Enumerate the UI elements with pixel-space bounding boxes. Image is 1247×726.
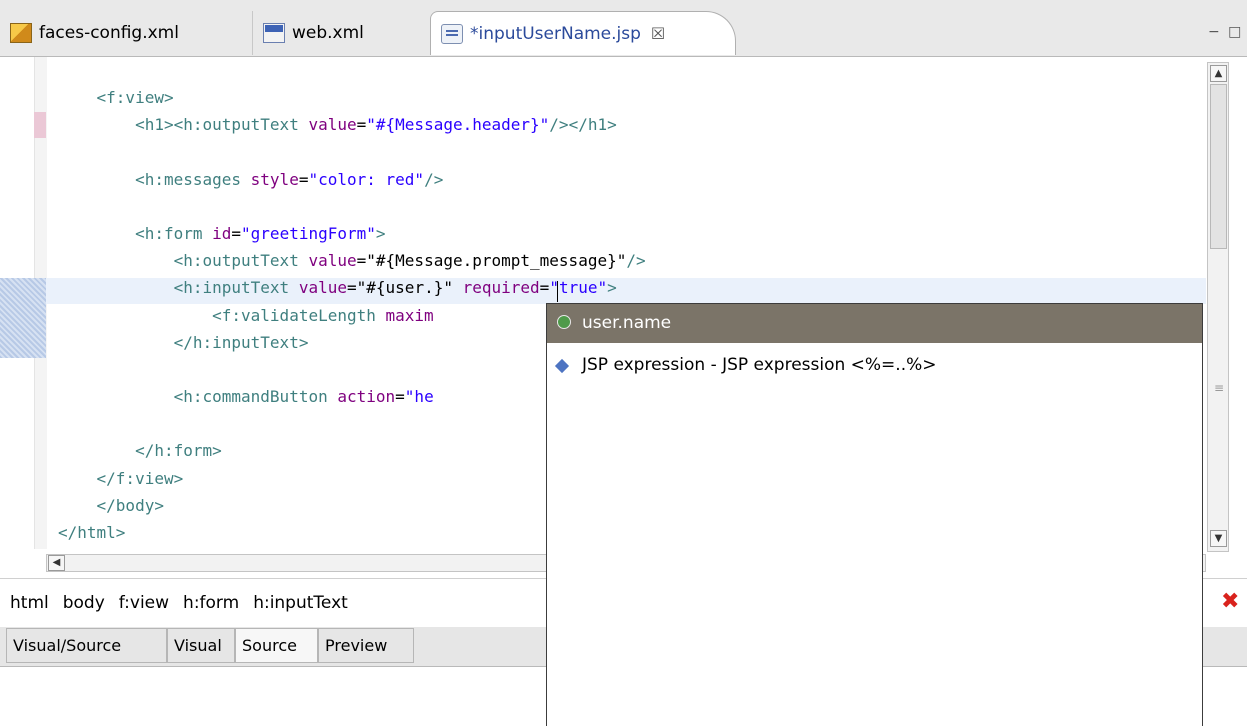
tab-faces-config[interactable]: faces-config.xml [0, 11, 252, 55]
code-token: > [607, 278, 617, 298]
jsp-expression-icon [554, 358, 570, 374]
code-token: </h:inputText> [58, 332, 309, 352]
error-close-icon[interactable]: ✖ [1221, 589, 1239, 614]
scroll-grip-icon: ≡ [1214, 381, 1225, 395]
code-token: /></h1> [549, 115, 617, 135]
text-caret [557, 281, 558, 302]
code-token: value [308, 251, 357, 271]
code-token: </f:view> [58, 468, 184, 488]
code-token: maxim [385, 305, 434, 325]
code-token: = [356, 251, 367, 271]
code-token: "#{user.}" [356, 278, 453, 298]
code-line[interactable]: <h:outputText value="#{Message.prompt_me… [58, 247, 646, 274]
content-assist-label: user.name [582, 313, 672, 333]
code-token: <f:view> [58, 88, 174, 107]
jsp-file-icon [441, 23, 463, 44]
code-token: "greetingForm" [241, 223, 376, 243]
code-token: id [212, 223, 232, 243]
code-token: <h:inputText [58, 278, 299, 298]
breadcrumb-item-h-inputtext[interactable]: h:inputText [253, 593, 348, 613]
tab-web-xml[interactable]: web.xml [252, 11, 430, 55]
code-token: = [356, 115, 367, 135]
code-token: </h:form> [58, 441, 222, 461]
code-token: <h:commandButton [58, 387, 338, 407]
code-token: = [347, 278, 357, 298]
change-marker [34, 112, 46, 138]
code-line[interactable] [58, 138, 646, 165]
breadcrumb-item-h-form[interactable]: h:form [183, 593, 239, 613]
code-token: = [231, 223, 242, 243]
tab-label: web.xml [292, 23, 364, 43]
scroll-left-button[interactable]: ◀ [48, 555, 65, 571]
code-token: "color: red" [308, 169, 425, 189]
code-token: </html> [58, 523, 126, 542]
content-assist-label: JSP expression - JSP expression <%=..%> [582, 355, 937, 375]
code-token: = [539, 278, 550, 298]
content-assist-item-selected[interactable]: user.name [547, 304, 1202, 343]
vertical-scroll-thumb[interactable] [1210, 84, 1227, 249]
scroll-up-button[interactable]: ▲ [1210, 65, 1227, 82]
code-token: <h:outputText [58, 251, 309, 271]
code-token: required [462, 278, 540, 298]
tab-source[interactable]: Source [235, 628, 318, 663]
code-line[interactable]: <h1><h:outputText value="#{Message.heade… [58, 111, 646, 138]
property-icon [557, 315, 571, 329]
code-token: style [250, 169, 299, 189]
code-token: > [375, 223, 386, 243]
code-token: <h:form [58, 223, 213, 243]
code-token: value [298, 278, 347, 298]
code-token: "he [404, 387, 434, 407]
code-token: = [395, 387, 405, 407]
editor-tab-bar: faces-config.xml web.xml *inputUserName.… [0, 0, 1247, 57]
code-token: value [308, 115, 357, 135]
code-token: <h1><h:outputText [58, 115, 309, 135]
code-line[interactable]: <h:messages style="color: red"/> [58, 166, 646, 193]
code-token: "#{Message.header}" [366, 115, 550, 135]
code-token: </body> [58, 495, 164, 515]
faces-config-icon [10, 23, 32, 43]
tab-visual[interactable]: Visual [167, 628, 235, 663]
content-assist-item[interactable]: JSP expression - JSP expression <%=..%> [547, 354, 1202, 382]
tab-label: *inputUserName.jsp [470, 23, 641, 44]
tab-visual-source[interactable]: Visual/Source [6, 628, 167, 663]
breadcrumb-item-html[interactable]: html [10, 593, 49, 613]
code-token: <f:validateLength [58, 305, 386, 325]
code-token: <h:messages [58, 169, 251, 189]
code-token: /> [424, 169, 444, 189]
scroll-down-button[interactable]: ▼ [1210, 530, 1227, 547]
tab-label: faces-config.xml [39, 23, 179, 43]
window-controls[interactable]: − □ [1208, 24, 1243, 40]
tab-preview[interactable]: Preview [318, 628, 414, 663]
code-line[interactable]: <h:form id="greetingForm"> [58, 220, 646, 247]
tab-input-user-name-jsp[interactable]: *inputUserName.jsp ☒ [430, 11, 736, 55]
breadcrumb-item-body[interactable]: body [63, 593, 105, 613]
code-line[interactable]: <f:view> [58, 84, 646, 111]
code-token: action [337, 387, 396, 407]
close-icon[interactable]: ☒ [651, 24, 665, 43]
code-line[interactable] [58, 193, 646, 220]
web-xml-icon [263, 23, 285, 43]
change-marker [0, 278, 46, 358]
code-token: "#{Message.prompt_message}" [366, 251, 627, 271]
code-token: /> [626, 251, 646, 271]
breadcrumb-item-f-view[interactable]: f:view [119, 593, 169, 613]
